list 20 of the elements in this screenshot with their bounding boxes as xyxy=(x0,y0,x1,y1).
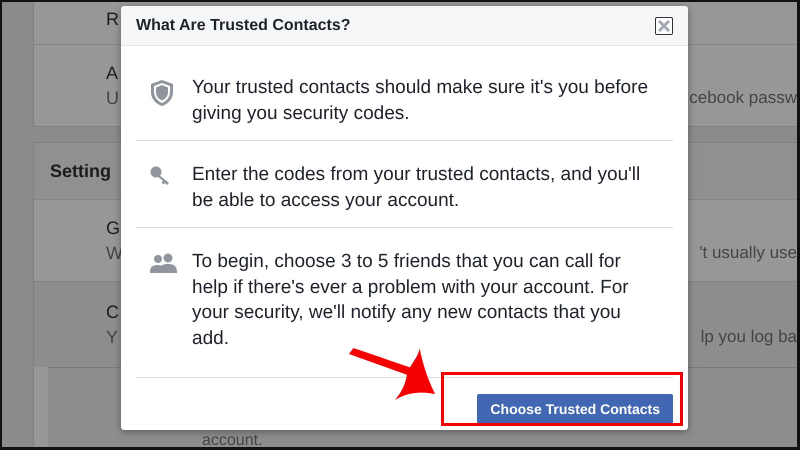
setting-text: Y xyxy=(106,326,119,348)
dialog-title: What Are Trusted Contacts? xyxy=(136,16,351,35)
setting-text: G xyxy=(106,217,119,239)
setting-text: U xyxy=(106,87,119,109)
info-text: Enter the codes from your trusted contacts, and you'll be able to access your account. xyxy=(192,163,642,213)
setting-description: account. xyxy=(202,433,262,447)
choose-contacts-button[interactable]: Choose Trusted Contacts xyxy=(477,394,673,424)
setting-description: lp you log ba xyxy=(700,326,797,346)
people-icon xyxy=(150,253,178,274)
info-text: Your trusted contacts should make sure it's you before giving you security codes. xyxy=(192,76,650,126)
close-button[interactable] xyxy=(655,16,673,35)
setting-description: cebook passw xyxy=(689,88,797,108)
shield-icon xyxy=(150,79,174,108)
key-icon xyxy=(150,166,172,186)
info-text: To begin, choose 3 to 5 friends that you can call for help if there's ever a problem with your account. For your security, we'll notify any new contacts that you add. xyxy=(192,250,630,351)
setting-text: C xyxy=(106,301,119,323)
setting-text: R xyxy=(106,8,119,30)
setting-text: A xyxy=(106,62,119,84)
section-title: Setting xyxy=(50,160,111,182)
setting-description: 't usually use xyxy=(699,242,797,262)
